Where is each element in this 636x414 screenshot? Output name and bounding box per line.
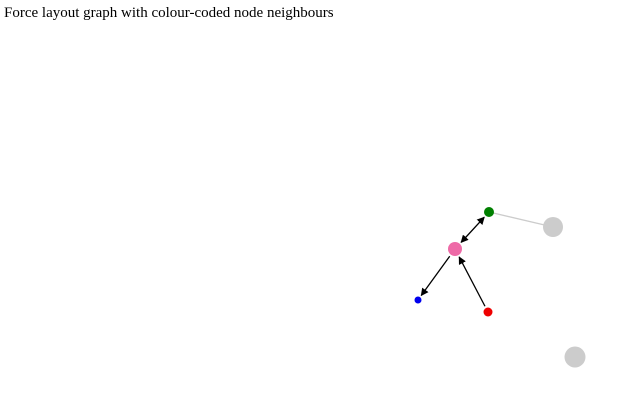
edge-pink-green — [460, 216, 485, 243]
node-grey-a[interactable] — [543, 217, 563, 237]
edges-layer — [420, 211, 554, 307]
node-pink[interactable] — [448, 242, 462, 256]
edge-red-pink — [458, 256, 486, 307]
force-graph[interactable] — [0, 0, 636, 414]
node-blue[interactable] — [414, 296, 422, 304]
edge-pink-blue — [420, 255, 451, 297]
node-red[interactable] — [483, 307, 493, 317]
nodes-layer — [414, 207, 586, 368]
node-green[interactable] — [484, 207, 494, 217]
node-grey-b[interactable] — [564, 346, 586, 368]
